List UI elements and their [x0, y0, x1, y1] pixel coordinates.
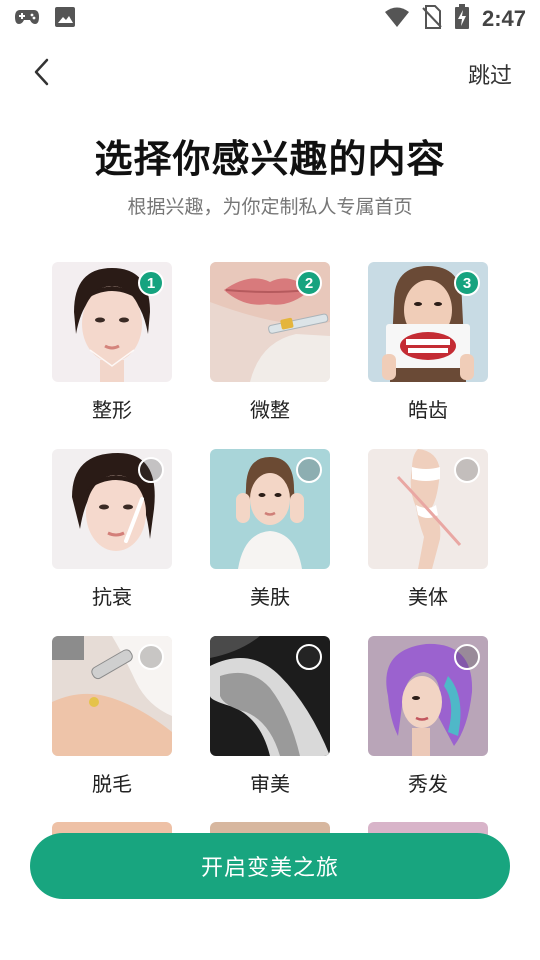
category-item-anti-aging[interactable]: 抗衰 [52, 449, 172, 610]
status-right: 2:47 [384, 4, 526, 34]
start-journey-button[interactable]: 开启变美之旅 [30, 833, 510, 899]
category-label: 整形 [92, 398, 132, 422]
skip-button[interactable]: 跳过 [468, 58, 512, 90]
selection-order-badge: 3 [454, 270, 480, 296]
game-controller-icon [14, 8, 40, 30]
category-item-hair[interactable]: 秀发 [368, 636, 488, 797]
selection-ring [138, 457, 164, 483]
category-label: 美肤 [250, 585, 290, 609]
category-item-aesthetics[interactable]: 审美 [210, 636, 330, 797]
category-label: 审美 [250, 772, 290, 796]
category-thumbnail [368, 636, 488, 756]
image-icon [54, 6, 76, 32]
category-item-micro-surgery[interactable]: 2 微整 [210, 262, 330, 423]
category-thumbnail [210, 449, 330, 569]
selection-ring [454, 644, 480, 670]
status-bar: 2:47 [0, 0, 540, 36]
category-label: 微整 [250, 398, 290, 422]
category-thumbnail: 3 [368, 262, 488, 382]
category-thumbnail [368, 449, 488, 569]
category-thumbnail: 2 [210, 262, 330, 382]
back-button[interactable] [22, 56, 62, 92]
category-item-plastic-surgery[interactable]: 1 整形 [52, 262, 172, 423]
category-item-teeth-whitening[interactable]: 3 皓齿 [368, 262, 488, 423]
status-left [14, 6, 76, 32]
page-subtitle: 根据兴趣，为你定制私人专属首页 [127, 196, 413, 218]
category-thumbnail [52, 449, 172, 569]
selection-ring [296, 457, 322, 483]
category-item-body-shaping[interactable]: 美体 [368, 449, 488, 610]
category-label: 脱毛 [92, 772, 132, 796]
category-thumbnail [210, 636, 330, 756]
category-item-skincare[interactable]: 美肤 [210, 449, 330, 610]
selection-ring [454, 457, 480, 483]
selection-ring [296, 644, 322, 670]
wifi-icon [384, 6, 410, 32]
category-label: 美体 [408, 585, 448, 609]
battery-charging-icon [454, 4, 470, 34]
category-thumbnail: 1 [52, 262, 172, 382]
selection-order-badge: 2 [296, 270, 322, 296]
category-item-hair-removal[interactable]: 脱毛 [52, 636, 172, 797]
page-title: 选择你感兴趣的内容 [94, 137, 446, 181]
selection-ring [138, 644, 164, 670]
status-time: 2:47 [481, 6, 526, 31]
no-sim-icon [422, 5, 442, 33]
selection-order-badge: 1 [138, 270, 164, 296]
category-thumbnail [52, 636, 172, 756]
category-label: 抗衰 [92, 585, 132, 609]
chevron-left-icon [32, 57, 52, 91]
category-label: 皓齿 [408, 398, 448, 422]
category-label: 秀发 [408, 772, 448, 796]
